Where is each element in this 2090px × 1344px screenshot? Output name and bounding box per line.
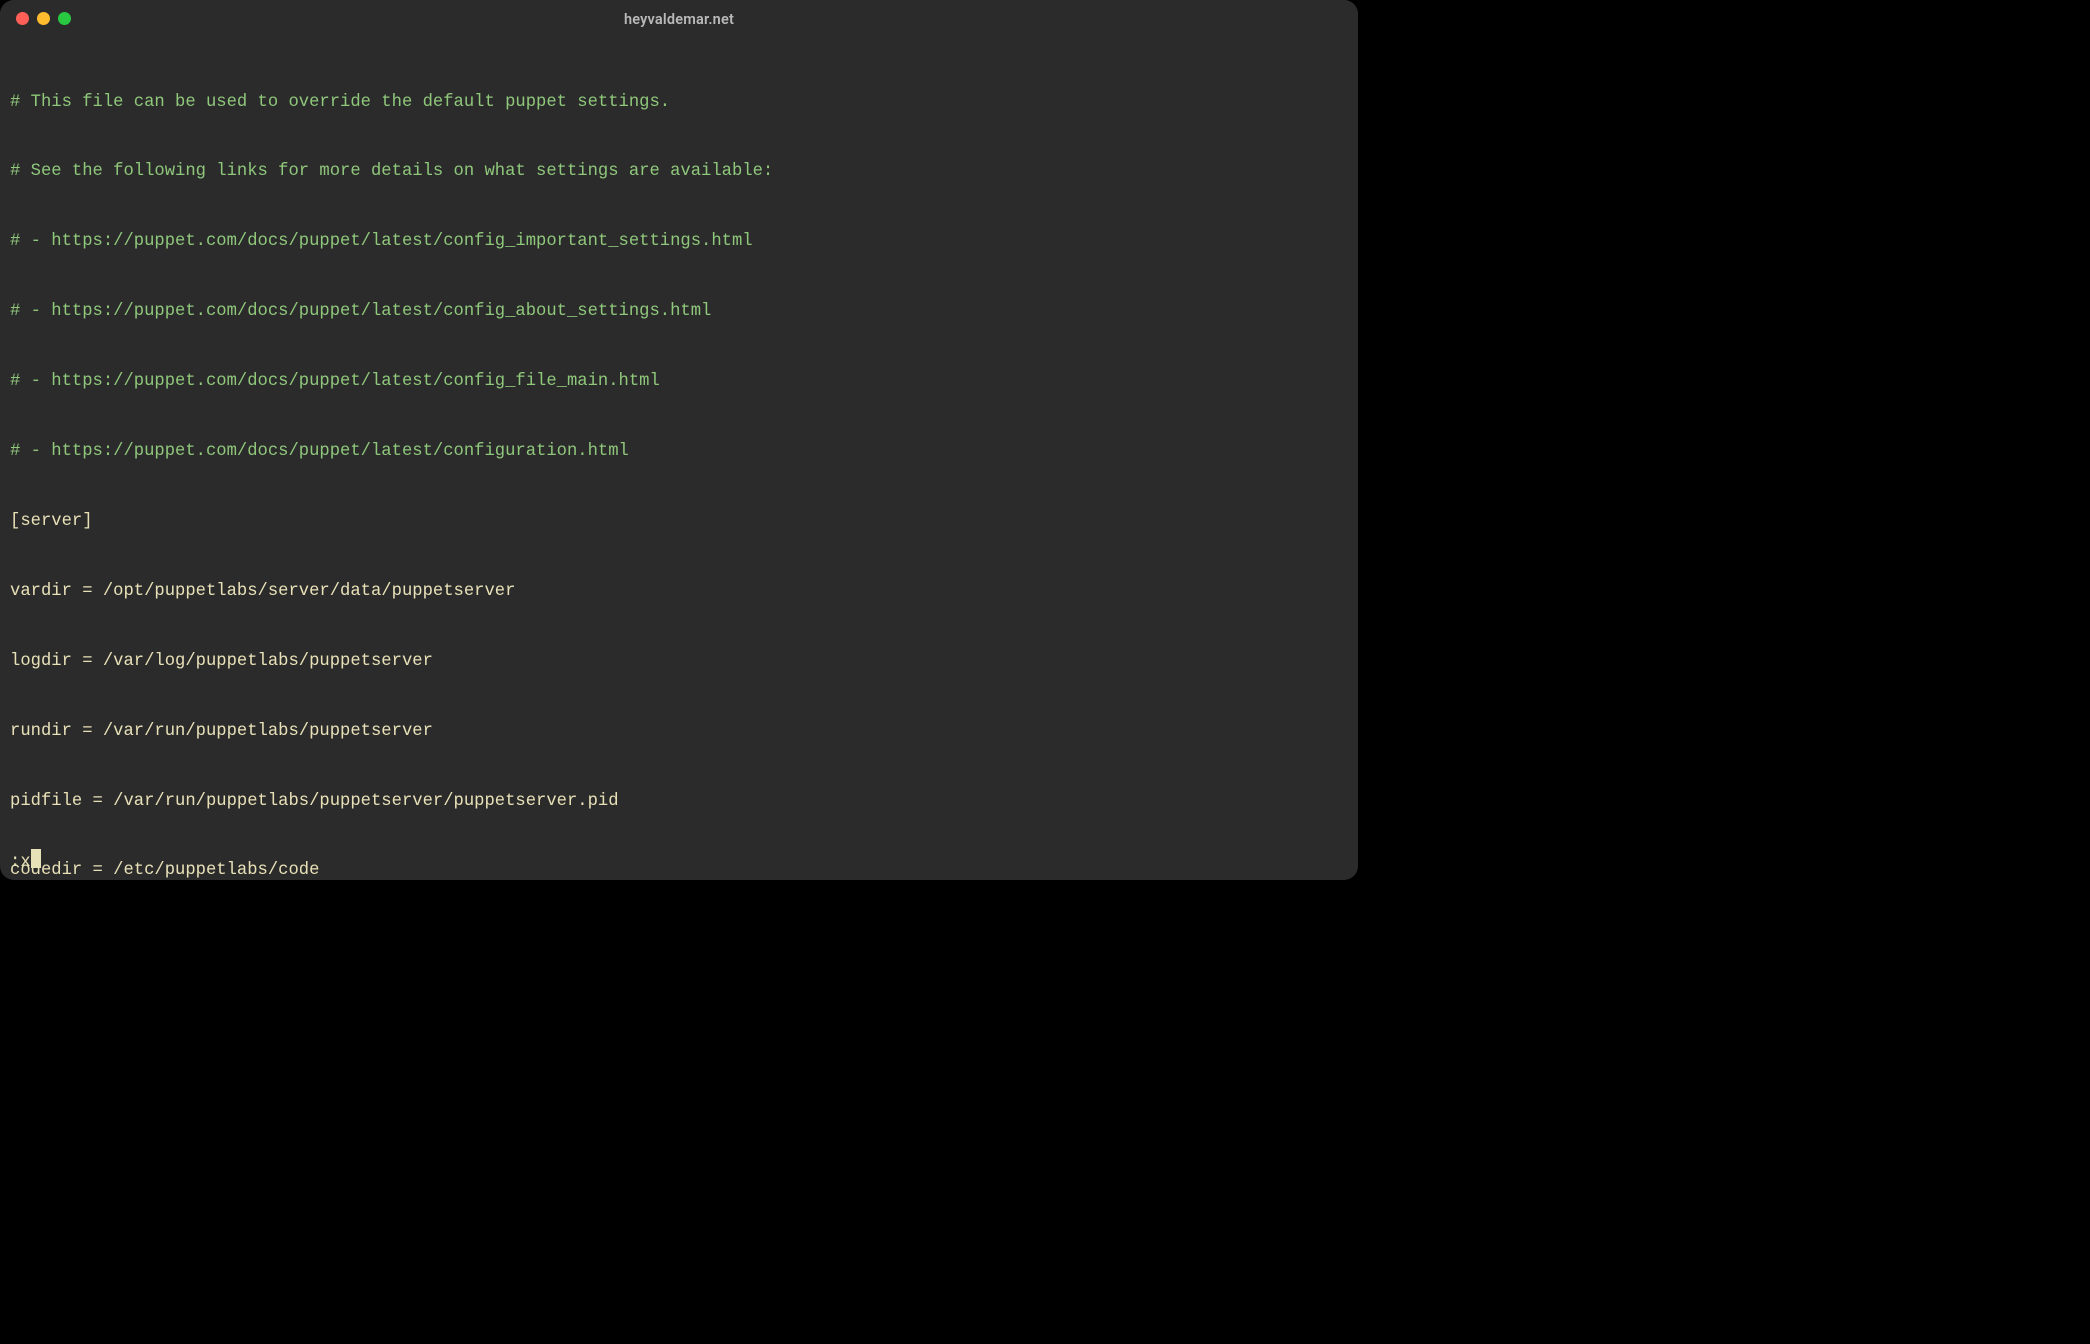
minimize-icon[interactable] [37,12,50,25]
vim-command-line[interactable]: :x [10,849,41,874]
traffic-lights [16,12,71,25]
config-line: codedir = /etc/puppetlabs/code [10,859,1348,880]
vim-command-text: :x [10,853,31,872]
config-line: [server] [10,510,1348,533]
cursor-block-icon [31,849,41,868]
comment-line: # This file can be used to override the … [10,91,1348,114]
config-line: vardir = /opt/puppetlabs/server/data/pup… [10,580,1348,603]
comment-line: # - https://puppet.com/docs/puppet/lates… [10,440,1348,463]
config-line: rundir = /var/run/puppetlabs/puppetserve… [10,720,1348,743]
comment-line: # - https://puppet.com/docs/puppet/lates… [10,370,1348,393]
terminal-window: heyvaldemar.net # This file can be used … [0,0,1358,880]
config-line: pidfile = /var/run/puppetlabs/puppetserv… [10,790,1348,813]
title-bar: heyvaldemar.net [0,0,1358,38]
editor-viewport[interactable]: # This file can be used to override the … [0,38,1358,880]
comment-line: # - https://puppet.com/docs/puppet/lates… [10,230,1348,253]
window-title: heyvaldemar.net [0,11,1358,28]
config-line: logdir = /var/log/puppetlabs/puppetserve… [10,650,1348,673]
comment-line: # See the following links for more detai… [10,160,1348,183]
zoom-icon[interactable] [58,12,71,25]
comment-line: # - https://puppet.com/docs/puppet/lates… [10,300,1348,323]
close-icon[interactable] [16,12,29,25]
